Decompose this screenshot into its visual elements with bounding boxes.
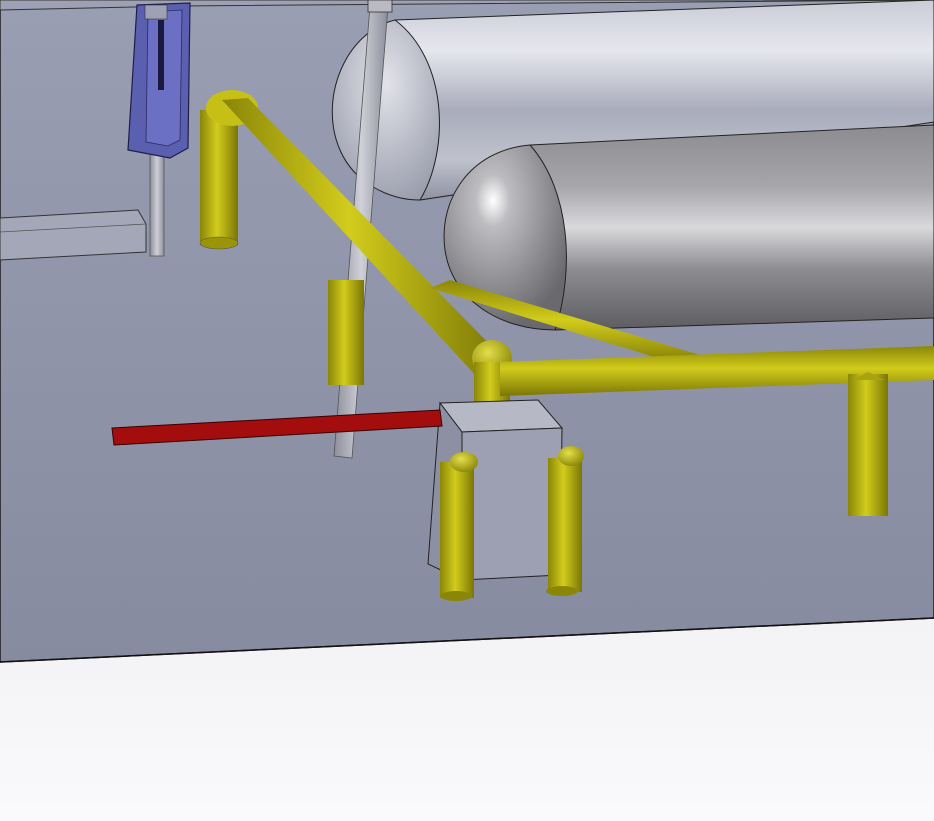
cad-assembly-model[interactable] (0, 0, 934, 821)
tank-front (443, 124, 934, 331)
support-rod-left (149, 149, 165, 257)
grey-beam (0, 209, 147, 261)
cad-3d-viewport[interactable] (0, 0, 934, 821)
